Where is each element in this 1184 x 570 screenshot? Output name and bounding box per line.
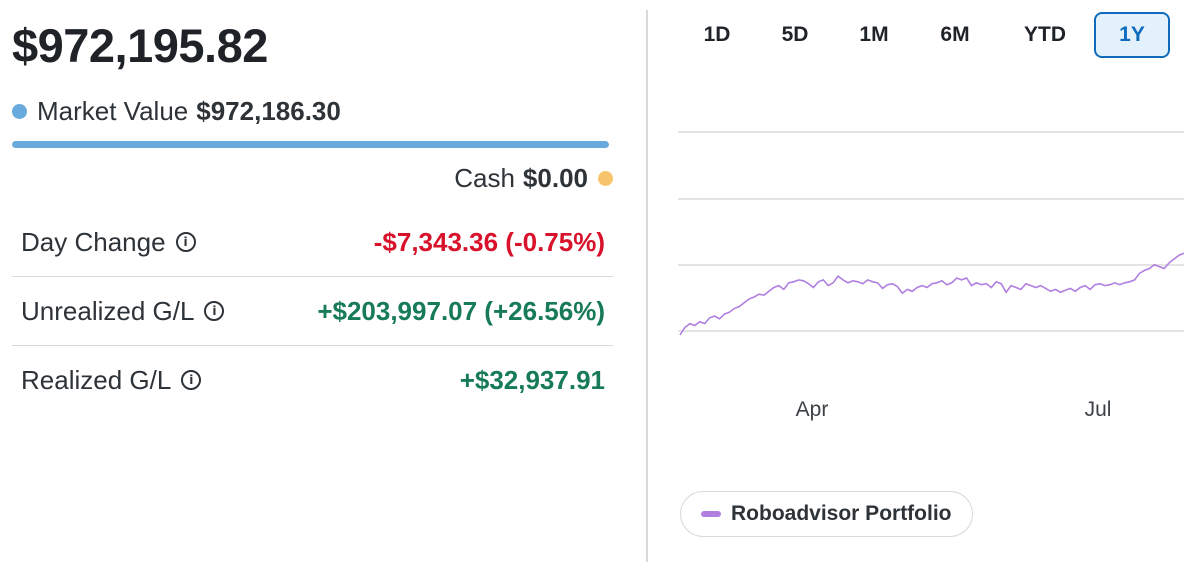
day-change-label-group: Day Change i (21, 227, 196, 258)
range-button-6m[interactable]: 6M (914, 12, 996, 58)
day-change-label: Day Change (21, 226, 166, 257)
allocation-bar-market-fill (12, 141, 609, 148)
realized-gl-label-group: Realized G/L i (21, 364, 202, 396)
x-tick-label: Apr (796, 398, 829, 421)
market-value-dot-icon (12, 104, 27, 119)
time-range-selector: 1D 5D 1M 6M YTD 1Y (678, 10, 1170, 60)
day-change-row: Day Change i -$7,343.36 (-0.75%) (12, 208, 613, 277)
x-tick-label: Jul (1085, 398, 1112, 421)
cash-row: Cash $0.00 (454, 163, 613, 194)
range-button-1m[interactable]: 1M (834, 12, 914, 58)
market-value-amount: $972,186.30 (196, 96, 341, 126)
info-icon[interactable]: i (175, 232, 196, 252)
range-button-ytd[interactable]: YTD (996, 12, 1094, 58)
range-button-5d[interactable]: 5D (756, 12, 834, 58)
realized-gl-label: Realized G/L (21, 364, 172, 395)
realized-gl-row: Realized G/L i +$32,937.91 (12, 346, 613, 414)
performance-panel: 1D 5D 1M 6M YTD 1Y Apr Jul Roboadvisor Po… (648, 0, 1184, 570)
legend-label: Roboadvisor Portfolio (731, 502, 952, 525)
legend-swatch-icon (701, 511, 721, 517)
range-button-1y[interactable]: 1Y (1094, 12, 1170, 58)
unrealized-gl-label: Unrealized G/L (21, 295, 195, 326)
info-icon[interactable]: i (204, 301, 225, 321)
cash-amount: $0.00 (522, 163, 588, 193)
total-value: $972,195.82 (12, 19, 268, 72)
realized-gl-value: +$32,937.91 (459, 364, 605, 395)
allocation-bar (12, 141, 609, 148)
portfolio-summary: $972,195.82 Market Value $972,186.30 Cas… (0, 0, 1184, 570)
balance-panel: $972,195.82 Market Value $972,186.30 Cas… (0, 0, 646, 570)
market-value-row: Market Value $972,186.30 (12, 96, 341, 127)
range-button-1d[interactable]: 1D (678, 12, 756, 58)
cash-label: Cash (454, 163, 515, 193)
info-icon[interactable]: i (181, 370, 202, 390)
legend-roboadvisor-portfolio[interactable]: Roboadvisor Portfolio (680, 491, 973, 537)
day-change-value: -$7,343.36 (-0.75%) (373, 226, 605, 257)
cash-dot-icon (598, 171, 613, 186)
unrealized-gl-value: +$203,997.07 (+26.56%) (317, 295, 605, 326)
unrealized-gl-row: Unrealized G/L i +$203,997.07 (+26.56%) (12, 277, 613, 346)
unrealized-gl-label-group: Unrealized G/L i (21, 295, 225, 327)
performance-chart: Apr Jul (678, 131, 1184, 421)
market-value-label: Market Value (37, 96, 189, 126)
